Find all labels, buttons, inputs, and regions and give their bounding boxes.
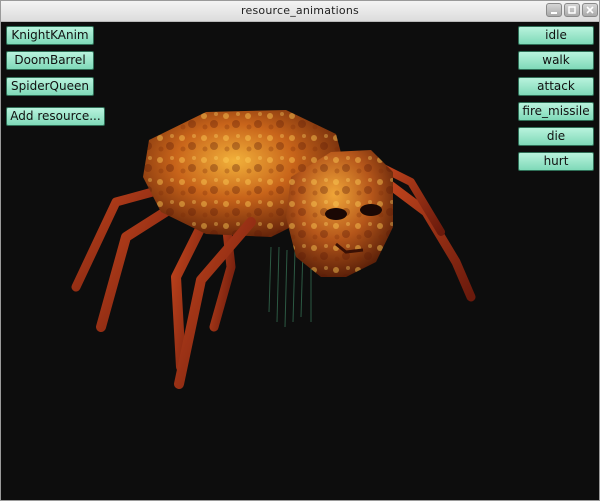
maximize-icon <box>568 6 576 14</box>
title-bar[interactable]: resource_animations <box>1 1 599 22</box>
window-title: resource_animations <box>241 4 359 17</box>
spider-eye-right <box>360 204 382 216</box>
leg-mid-left <box>96 197 186 332</box>
app-window: resource_animations KnightKAnim DoomBarr… <box>0 0 600 501</box>
anim-button-hurt[interactable]: hurt <box>518 152 594 171</box>
anim-button-attack[interactable]: attack <box>518 77 594 96</box>
spider-eye-left <box>325 208 347 220</box>
close-button[interactable] <box>582 3 598 17</box>
leg-back-right <box>381 177 476 302</box>
anim-button-idle[interactable]: idle <box>518 26 594 45</box>
add-resource-button[interactable]: Add resource... <box>6 107 105 126</box>
resource-button-spiderqueen[interactable]: SpiderQueen <box>6 77 94 96</box>
anim-button-fire-missile[interactable]: fire_missile <box>518 102 594 121</box>
leg-inner-left <box>209 217 236 332</box>
maximize-button[interactable] <box>564 3 580 17</box>
close-icon <box>586 6 594 14</box>
resource-button-doombarrel[interactable]: DoomBarrel <box>6 51 94 70</box>
anim-button-die[interactable]: die <box>518 127 594 146</box>
3d-viewport[interactable]: KnightKAnim DoomBarrel SpiderQueen Add r… <box>1 22 599 500</box>
minimize-button[interactable] <box>546 3 562 17</box>
anim-button-walk[interactable]: walk <box>518 51 594 70</box>
minimize-icon <box>551 12 557 14</box>
resource-button-knightkanim[interactable]: KnightKAnim <box>6 26 94 45</box>
